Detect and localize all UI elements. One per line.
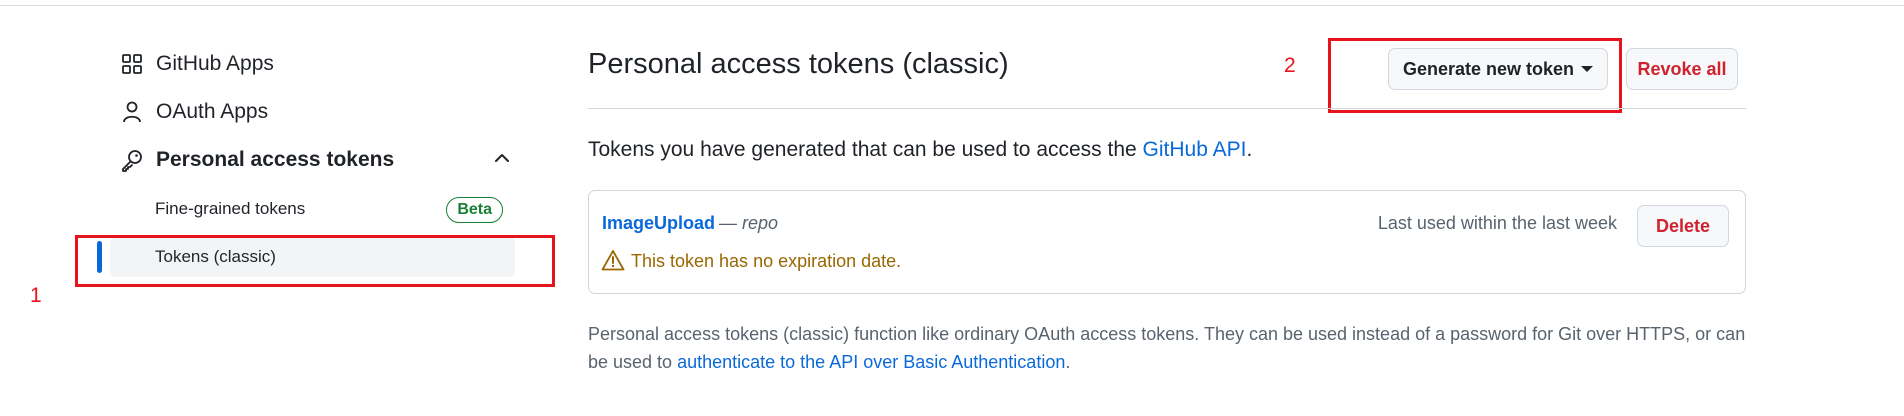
warning-text: This token has no expiration date.: [631, 250, 902, 271]
caret-down-icon: [1581, 66, 1594, 72]
token-row: ImageUpload — repo Last used within the …: [588, 190, 1746, 294]
sidebar-subitem-label: Fine-grained tokens: [155, 199, 306, 218]
annotation-box-1: [75, 235, 555, 287]
footer-text-end: .: [1065, 352, 1071, 372]
token-scope: — repo: [719, 213, 779, 233]
github-api-link[interactable]: GitHub API: [1143, 138, 1247, 161]
top-divider: [0, 5, 1904, 6]
sidebar-item-personal-access-tokens[interactable]: Personal access tokens: [110, 144, 520, 176]
person-icon: [120, 100, 144, 124]
sidebar-subitem-fine-grained-tokens[interactable]: Fine-grained tokens Beta: [110, 189, 515, 229]
chevron-up-icon[interactable]: [492, 148, 512, 168]
delete-token-button[interactable]: Delete: [1637, 205, 1729, 247]
token-expiration-warning: This token has no expiration date.: [601, 249, 901, 273]
sidebar-item-label: Personal access tokens: [156, 148, 395, 171]
intro-text: Tokens you have generated that can be us…: [588, 138, 1252, 162]
sidebar-item-label: GitHub Apps: [156, 52, 274, 75]
token-last-used: Last used within the last week: [1377, 213, 1617, 233]
generate-button-label: Generate new token: [1402, 58, 1575, 79]
basic-auth-link[interactable]: authenticate to the API over Basic Authe…: [677, 352, 1065, 372]
intro-text-end: .: [1246, 138, 1253, 161]
header-divider: [588, 108, 1746, 109]
beta-badge: Beta: [446, 197, 503, 223]
revoke-all-button[interactable]: Revoke all: [1626, 48, 1738, 90]
sidebar-item-github-apps[interactable]: GitHub Apps: [110, 48, 520, 80]
key-icon: [120, 148, 144, 172]
token-name-link[interactable]: ImageUpload: [602, 213, 715, 234]
apps-grid-icon: [120, 52, 144, 76]
footer-description: Personal access tokens (classic) functio…: [588, 320, 1746, 376]
sidebar-item-oauth-apps[interactable]: OAuth Apps: [110, 96, 520, 128]
alert-icon: [601, 249, 625, 273]
generate-new-token-button[interactable]: Generate new token: [1388, 48, 1608, 90]
annotation-number-1: 1: [30, 284, 42, 307]
intro-text-body: Tokens you have generated that can be us…: [588, 138, 1143, 161]
sidebar-item-label: OAuth Apps: [156, 100, 269, 123]
annotation-number-2: 2: [1284, 54, 1296, 77]
page-title: Personal access tokens (classic): [588, 48, 1009, 80]
